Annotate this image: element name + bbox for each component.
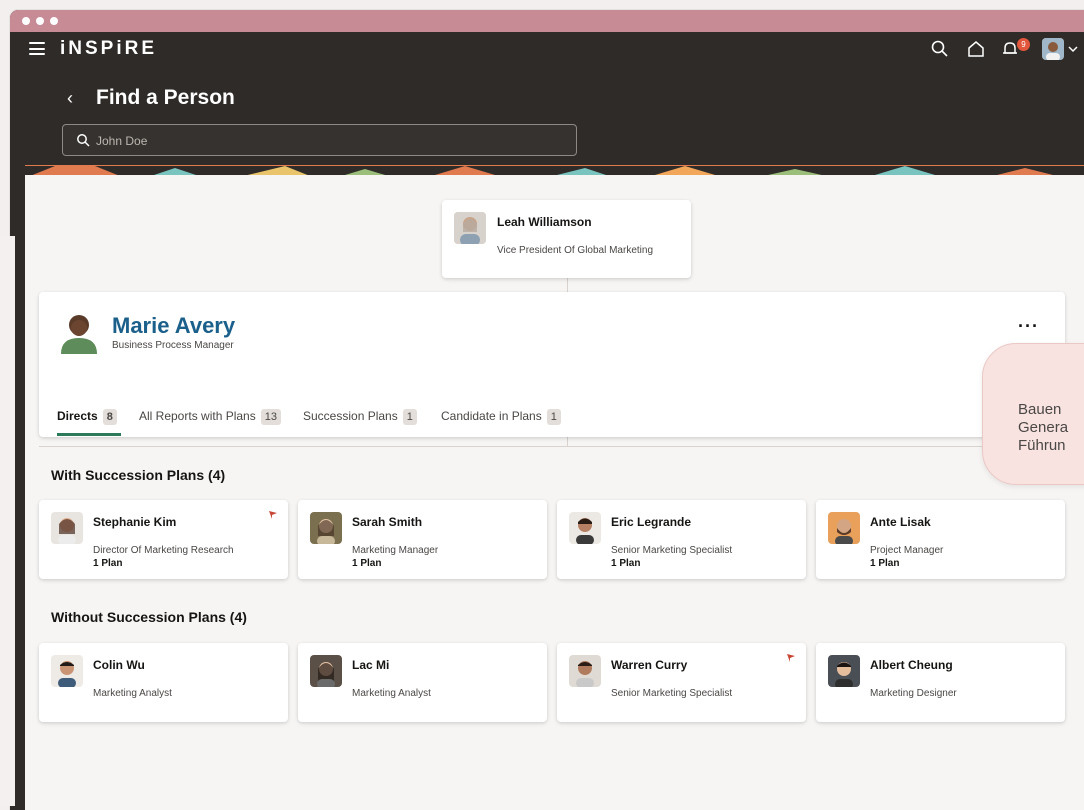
tabs-divider: [39, 446, 1065, 447]
person-avatar: [310, 512, 342, 544]
focus-title: Business Process Manager: [112, 340, 234, 351]
person-plan-count: 1 Plan: [611, 558, 641, 569]
person-card[interactable]: Sarah Smith Marketing Manager 1 Plan: [298, 500, 547, 579]
person-card[interactable]: Stephanie Kim Director Of Marketing Rese…: [39, 500, 288, 579]
manager-title: Vice President Of Global Marketing: [497, 245, 654, 256]
chevron-down-icon[interactable]: [1068, 45, 1078, 53]
person-name: Sarah Smith: [352, 515, 423, 529]
person-avatar: [828, 655, 860, 687]
person-name: Stephanie Kim: [93, 515, 177, 529]
tab-candidate-in-plans[interactable]: Candidate in Plans 1: [441, 409, 561, 425]
person-plan-count: 1 Plan: [93, 558, 123, 569]
tab-succession-plans[interactable]: Succession Plans 1: [303, 409, 417, 425]
focus-name[interactable]: Marie Avery: [112, 313, 235, 339]
flag-icon: [787, 654, 795, 662]
person-title: Marketing Designer: [870, 688, 957, 699]
person-title: Marketing Analyst: [352, 688, 431, 699]
tab-directs[interactable]: Directs 8: [57, 409, 121, 436]
focus-avatar: [57, 310, 101, 354]
focus-person-card: Marie Avery Business Process Manager ···…: [39, 292, 1065, 437]
person-avatar: [51, 512, 83, 544]
person-title: Senior Marketing Specialist: [611, 688, 733, 699]
page-title: Find a Person: [96, 86, 235, 109]
person-title: Project Manager: [870, 545, 944, 556]
back-button[interactable]: ‹: [67, 88, 73, 109]
tab-all-reports-with-plans[interactable]: All Reports with Plans 13: [139, 409, 281, 425]
tooltip-line: Genera: [1018, 419, 1069, 436]
left-margin: [0, 236, 15, 806]
window-minimize-dot[interactable]: [36, 17, 44, 25]
person-card[interactable]: Warren Curry Senior Marketing Specialist: [557, 643, 806, 722]
section-without-plans: Without Succession Plans (4): [51, 609, 247, 625]
person-search-input[interactable]: John Doe: [62, 124, 577, 156]
manager-card[interactable]: Leah Williamson Vice President Of Global…: [442, 200, 691, 278]
menu-icon[interactable]: [29, 42, 45, 55]
person-avatar: [569, 655, 601, 687]
person-card[interactable]: Colin Wu Marketing Analyst: [39, 643, 288, 722]
org-chart-area: Leah Williamson Vice President Of Global…: [25, 175, 1084, 810]
manager-connector: [567, 278, 568, 292]
person-card[interactable]: Lac Mi Marketing Analyst: [298, 643, 547, 722]
person-plan-count: 1 Plan: [870, 558, 900, 569]
app-window: iNSPiRE 9 ‹ Find a Person John Doe Leah …: [10, 10, 1084, 810]
window-maximize-dot[interactable]: [50, 17, 58, 25]
app-header: iNSPiRE 9: [10, 32, 1084, 68]
window-close-dot[interactable]: [22, 17, 30, 25]
search-icon: [77, 134, 90, 147]
person-card[interactable]: Albert Cheung Marketing Designer: [816, 643, 1065, 722]
brand-logo[interactable]: iNSPiRE: [60, 38, 157, 60]
person-avatar: [310, 655, 342, 687]
person-name: Colin Wu: [93, 658, 145, 672]
manager-avatar: [454, 212, 486, 244]
person-title: Marketing Manager: [352, 545, 439, 556]
person-name: Warren Curry: [611, 658, 688, 672]
person-plan-count: 1 Plan: [352, 558, 382, 569]
callout-tooltip: Bauen Genera Führun: [982, 343, 1084, 485]
notification-badge: 9: [1017, 38, 1030, 51]
manager-name: Leah Williamson: [497, 215, 592, 229]
tooltip-line: Führun: [1018, 437, 1066, 454]
person-name: Ante Lisak: [870, 515, 931, 529]
search-placeholder: John Doe: [96, 134, 148, 148]
person-name: Lac Mi: [352, 658, 390, 672]
person-title: Marketing Analyst: [93, 688, 172, 699]
section-with-plans: With Succession Plans (4): [51, 467, 226, 483]
flag-icon: [269, 511, 277, 519]
person-avatar: [828, 512, 860, 544]
person-title: Director Of Marketing Research: [93, 545, 234, 556]
home-icon[interactable]: [966, 39, 986, 59]
person-avatar: [51, 655, 83, 687]
person-card[interactable]: Eric Legrande Senior Marketing Specialis…: [557, 500, 806, 579]
person-name: Eric Legrande: [611, 515, 692, 529]
person-name: Albert Cheung: [870, 658, 953, 672]
tooltip-line: Bauen: [1018, 401, 1062, 418]
active-tab-indicator: [57, 433, 121, 436]
window-titlebar: [10, 10, 1084, 32]
search-icon[interactable]: [930, 39, 950, 59]
more-actions-button[interactable]: ···: [1018, 316, 1039, 337]
person-card[interactable]: Ante Lisak Project Manager 1 Plan: [816, 500, 1065, 579]
person-title: Senior Marketing Specialist: [611, 545, 733, 556]
user-avatar[interactable]: [1042, 38, 1064, 60]
person-avatar: [569, 512, 601, 544]
